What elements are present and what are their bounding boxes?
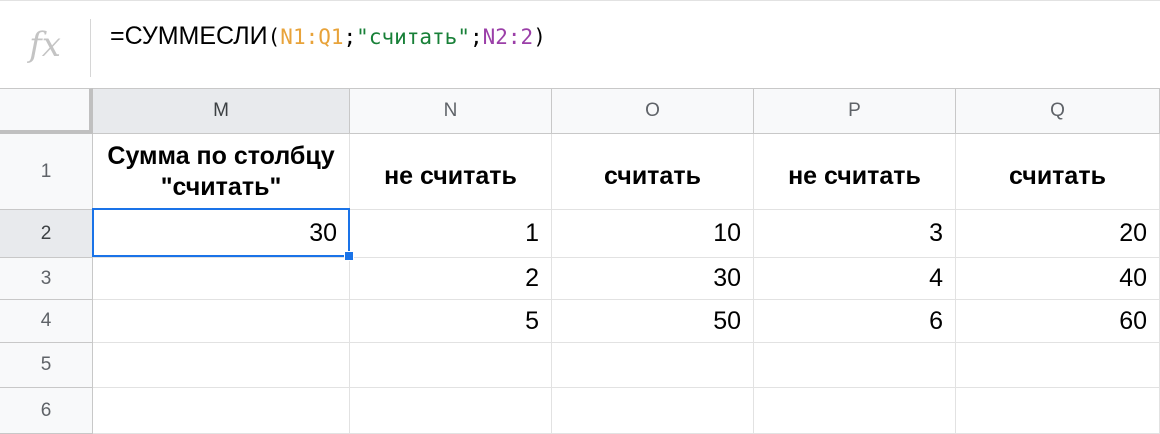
column-header-n[interactable]: N xyxy=(350,88,552,134)
cell-n6[interactable] xyxy=(350,388,552,434)
row-header-1[interactable]: 1 xyxy=(0,134,93,210)
cell-p2[interactable]: 3 xyxy=(754,210,956,258)
cell-q3[interactable]: 40 xyxy=(956,258,1160,300)
cell-p3[interactable]: 4 xyxy=(754,258,956,300)
formula-close-paren: ) xyxy=(533,25,546,49)
formula-range-ref: N1:Q1 xyxy=(280,25,344,49)
row-header-3[interactable]: 3 xyxy=(0,258,93,300)
cell-n5[interactable] xyxy=(350,343,552,388)
cell-m2[interactable]: 30 xyxy=(93,210,350,258)
cell-m1[interactable]: Сумма по столбцу "считать" xyxy=(93,134,350,210)
formula-bar-divider xyxy=(90,19,91,77)
cell-q1[interactable]: считать xyxy=(956,134,1160,210)
cell-m6[interactable] xyxy=(93,388,350,434)
formula-open-paren: ( xyxy=(267,25,281,49)
cell-m4[interactable] xyxy=(93,300,350,343)
fill-handle[interactable] xyxy=(344,251,354,261)
select-all-corner[interactable] xyxy=(0,88,93,134)
formula-separator: ; xyxy=(343,25,357,49)
cell-q4[interactable]: 60 xyxy=(956,300,1160,343)
cell-q5[interactable] xyxy=(956,343,1160,388)
formula-function-name: =СУММЕСЛИ xyxy=(110,22,268,50)
function-icon: fx xyxy=(29,25,61,65)
formula-input[interactable]: =СУММЕСЛИ(N1:Q1;"считать";N2:2) xyxy=(110,19,546,53)
cell-p5[interactable] xyxy=(754,343,956,388)
cell-q6[interactable] xyxy=(956,388,1160,434)
formula-criterion: "считать" xyxy=(356,25,470,49)
cell-n2[interactable]: 1 xyxy=(350,210,552,258)
formula-sum-range-ref: N2:2 xyxy=(482,25,534,49)
spreadsheet-grid: M N O P Q 1 2 3 4 5 6 Сумма по столбцу "… xyxy=(0,88,1160,434)
formula-separator: ; xyxy=(469,25,483,49)
cell-n3[interactable]: 2 xyxy=(350,258,552,300)
cell-o1[interactable]: считать xyxy=(552,134,754,210)
cell-o5[interactable] xyxy=(552,343,754,388)
column-header-p[interactable]: P xyxy=(754,88,956,134)
formula-bar: fx =СУММЕСЛИ(N1:Q1;"считать";N2:2) xyxy=(0,0,1160,89)
cell-o4[interactable]: 50 xyxy=(552,300,754,343)
cell-m3[interactable] xyxy=(93,258,350,300)
cell-q2[interactable]: 20 xyxy=(956,210,1160,258)
cell-o3[interactable]: 30 xyxy=(552,258,754,300)
cell-n4[interactable]: 5 xyxy=(350,300,552,343)
row-header-5[interactable]: 5 xyxy=(0,343,93,388)
cell-o2[interactable]: 10 xyxy=(552,210,754,258)
column-header-m[interactable]: M xyxy=(93,88,350,134)
cell-p1[interactable]: не считать xyxy=(754,134,956,210)
cell-n1[interactable]: не считать xyxy=(350,134,552,210)
cell-m5[interactable] xyxy=(93,343,350,388)
row-header-4[interactable]: 4 xyxy=(0,300,93,343)
cell-p4[interactable]: 6 xyxy=(754,300,956,343)
column-header-q[interactable]: Q xyxy=(956,88,1160,134)
cell-o6[interactable] xyxy=(552,388,754,434)
column-header-o[interactable]: O xyxy=(552,88,754,134)
cell-p6[interactable] xyxy=(754,388,956,434)
row-header-6[interactable]: 6 xyxy=(0,388,93,434)
row-header-2[interactable]: 2 xyxy=(0,210,93,258)
